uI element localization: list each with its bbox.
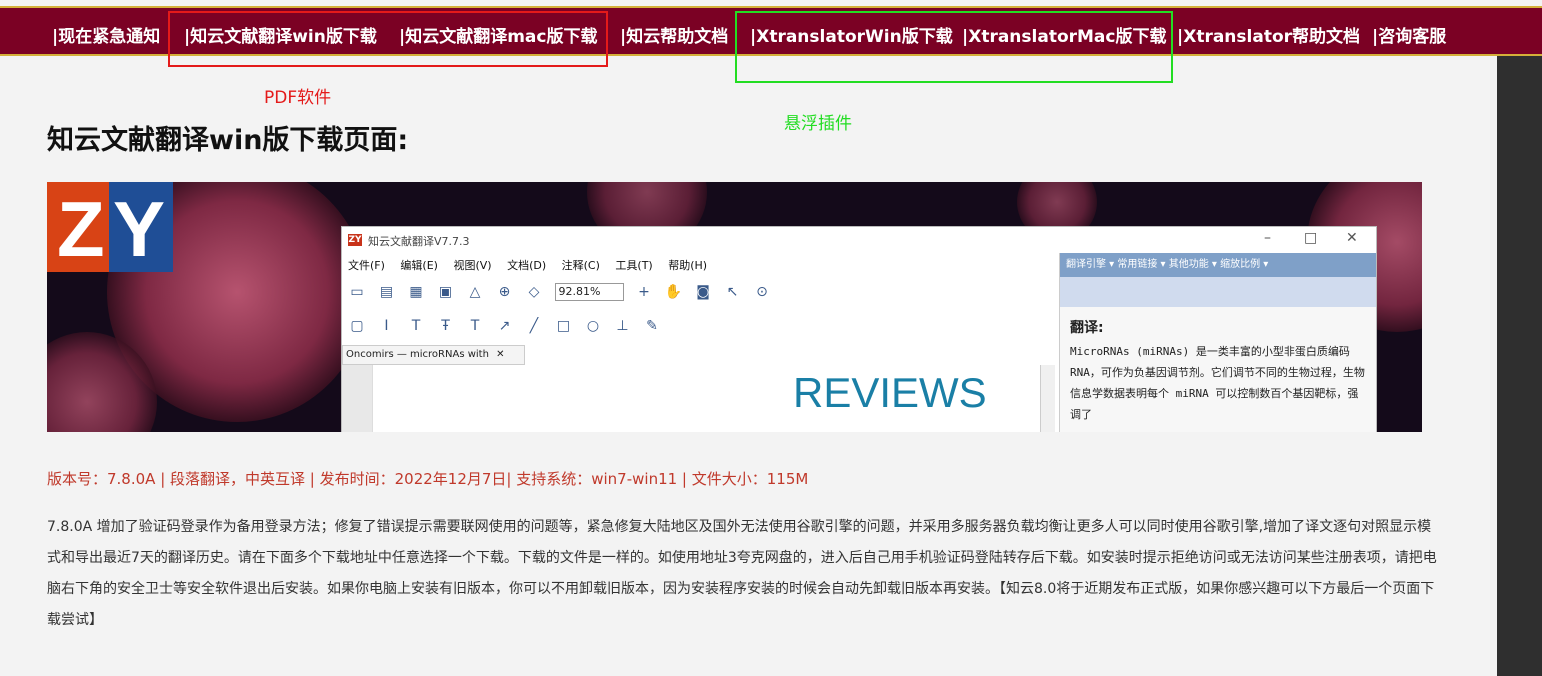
floating-plugin-highlight-box — [735, 11, 1173, 83]
minimize-icon: – — [1264, 230, 1271, 246]
release-description: 7.8.0A 增加了验证码登录作为备用登录方法；修复了错误提示需要联网使用的问题… — [47, 519, 1437, 628]
window-titlebar: ZY 知云文献翻译V7.7.3 – □ ✕ — [342, 227, 1376, 253]
maximize-icon: □ — [1304, 230, 1318, 246]
app-screenshot-window: ZY 知云文献翻译V7.7.3 – □ ✕ 文件(F) 编辑(E) 视图(V) … — [341, 226, 1377, 432]
edit-note-icon: ✎ — [646, 318, 658, 334]
nav-link-customer-service[interactable]: |咨询客服 — [1372, 22, 1446, 47]
menu-tools: 工具(T) — [615, 259, 653, 272]
zy-logo-icon: Z Y — [47, 182, 173, 272]
right-scroll-strip[interactable] — [1497, 56, 1542, 676]
select-icon: ↖ — [726, 284, 739, 300]
svg-text:Y: Y — [113, 185, 165, 272]
close-icon: ✕ — [1346, 230, 1358, 246]
translation-panel: 翻译引擎 ▾ 常用链接 ▾ 其他功能 ▾ 缩放比例 ▾ 翻译: MicroRNA… — [1059, 253, 1376, 432]
app-toolbar-annotation: ▢ I T Ŧ T ↗ ╱ □ ○ ⊥ ✎ — [348, 317, 1058, 339]
search-icon: ⊙ — [756, 284, 768, 300]
pdf-software-highlight-box — [168, 11, 608, 67]
document-sidebar — [342, 365, 372, 432]
zoom-in-icon: ⊕ — [498, 284, 511, 300]
page-title: 知云文献翻译win版下载页面: — [47, 125, 409, 156]
version-info: 版本号：7.8.0A | 段落翻译，中英互译 | 发布时间：2022年12月7日… — [47, 470, 809, 488]
document-view: REVIEWS — [372, 365, 1041, 432]
nav-link-urgent-notice[interactable]: |现在紧急通知 — [52, 22, 160, 47]
save-icon: ▤ — [379, 284, 394, 300]
zoom-level: 92.81% — [554, 283, 624, 301]
menu-document: 文档(D) — [507, 259, 547, 272]
translation-heading: 翻译: — [1070, 320, 1104, 336]
translation-toolbar: 翻译引擎 ▾ 常用链接 ▾ 其他功能 ▾ 缩放比例 ▾ — [1060, 253, 1376, 277]
svg-text:Z: Z — [57, 185, 105, 272]
floating-plugin-label: 悬浮插件 — [784, 114, 852, 134]
translation-text: MicroRNAs (miRNAs) 是一类丰富的小型非蛋白质编码 RNA，可作… — [1070, 345, 1365, 421]
underline-icon: T — [470, 318, 480, 334]
plus-icon: + — [638, 284, 650, 300]
copy-icon: ▦ — [409, 284, 423, 300]
comment-icon: ▢ — [350, 318, 364, 334]
app-logo-icon: ZY — [348, 234, 362, 246]
fit-page-icon: ◇ — [528, 284, 540, 300]
app-toolbar-primary: ▭ ▤ ▦ ▣ △ ⊕ ◇ 92.81% + ✋ ◙ ↖ ⊙ — [348, 283, 1058, 307]
product-banner-image: Z Y ZY 知云文献翻译V7.7.3 – □ ✕ 文件(F) 编辑(E) 视图… — [47, 182, 1422, 432]
app-menubar: 文件(F) 编辑(E) 视图(V) 文档(D) 注释(C) 工具(T) 帮助(H… — [348, 257, 719, 275]
menu-help: 帮助(H) — [668, 259, 708, 272]
menu-view: 视图(V) — [453, 259, 492, 272]
camera-icon: ◙ — [696, 284, 710, 300]
document-scrollbar — [1040, 365, 1055, 432]
menu-file: 文件(F) — [348, 259, 385, 272]
highlight-icon: T — [411, 318, 421, 334]
stamp-icon: ⊥ — [616, 318, 629, 334]
document-tab: Oncomirs — microRNAs with ✕ — [342, 345, 525, 365]
hand-icon: ✋ — [664, 284, 683, 300]
document-tab-label: Oncomirs — microRNAs with — [346, 349, 489, 360]
open-folder-icon: ▭ — [350, 284, 364, 300]
nav-link-xtranslator-help-docs[interactable]: |Xtranslator帮助文档 — [1177, 22, 1360, 47]
document-heading: REVIEWS — [793, 369, 987, 416]
pdf-software-label: PDF软件 — [264, 88, 332, 108]
text-cursor-icon: I — [384, 318, 389, 334]
arrow-icon: ↗ — [498, 318, 511, 334]
menu-edit: 编辑(E) — [400, 259, 438, 272]
ellipse-icon: ○ — [586, 318, 600, 334]
translation-subbar — [1060, 277, 1376, 307]
rectangle-icon: □ — [556, 318, 571, 334]
compare-icon: △ — [469, 284, 481, 300]
strikeout-icon: Ŧ — [441, 318, 450, 334]
line-icon: ╱ — [529, 318, 539, 334]
tab-close-icon: ✕ — [496, 349, 505, 360]
print-icon: ▣ — [438, 284, 453, 300]
menu-comment: 注释(C) — [561, 259, 600, 272]
nav-link-zhiyun-help-docs[interactable]: |知云帮助文档 — [620, 22, 728, 47]
window-title: 知云文献翻译V7.7.3 — [368, 235, 470, 248]
